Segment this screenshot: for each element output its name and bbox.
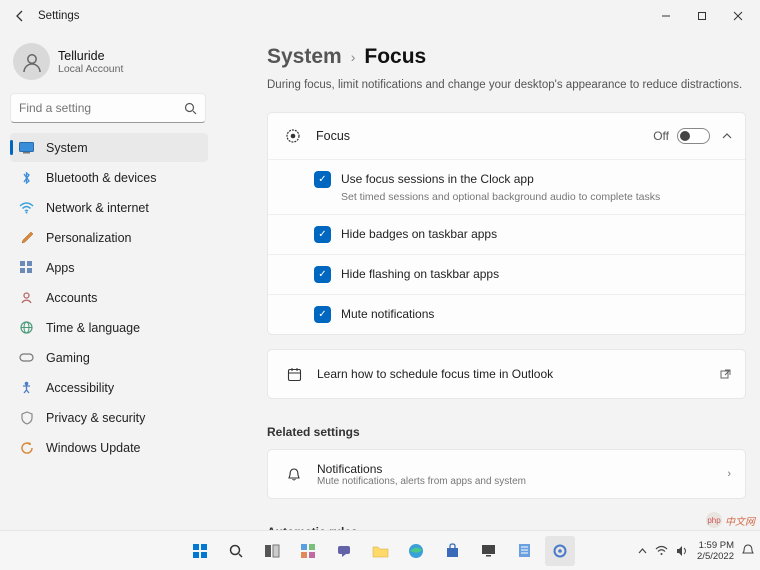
- accessibility-icon: [19, 380, 34, 395]
- checkbox-checked-icon[interactable]: ✓: [314, 226, 331, 243]
- taskbar-taskview[interactable]: [257, 536, 287, 566]
- sidebar-item-apps[interactable]: Apps: [10, 253, 208, 282]
- focus-option-badges[interactable]: ✓ Hide badges on taskbar apps: [268, 214, 745, 254]
- taskbar-explorer[interactable]: [365, 536, 395, 566]
- outlook-link[interactable]: Learn how to schedule focus time in Outl…: [267, 349, 746, 399]
- sidebar-item-network[interactable]: Network & internet: [10, 193, 208, 222]
- sidebar-item-privacy[interactable]: Privacy & security: [10, 403, 208, 432]
- search-input[interactable]: [10, 93, 206, 123]
- sidebar-item-bluetooth[interactable]: Bluetooth & devices: [10, 163, 208, 192]
- user-name: Telluride: [58, 49, 123, 63]
- minimize-button[interactable]: [648, 2, 684, 30]
- breadcrumb-parent[interactable]: System: [267, 45, 342, 69]
- taskbar-widgets[interactable]: [293, 536, 323, 566]
- breadcrumb-current: Focus: [364, 45, 426, 69]
- user-account-type: Local Account: [58, 63, 123, 75]
- brush-icon: [19, 230, 34, 245]
- focus-option-mute[interactable]: ✓ Mute notifications: [268, 294, 745, 334]
- user-profile[interactable]: Telluride Local Account: [10, 32, 208, 93]
- sidebar-item-accessibility[interactable]: Accessibility: [10, 373, 208, 402]
- update-icon: [19, 440, 34, 455]
- taskbar-chat[interactable]: [329, 536, 359, 566]
- focus-option-clock[interactable]: ✓ Use focus sessions in the Clock app Se…: [268, 159, 745, 214]
- tray-volume-icon[interactable]: [676, 545, 689, 557]
- notifications-link[interactable]: Notifications Mute notifications, alerts…: [267, 449, 746, 499]
- calendar-icon: [282, 367, 306, 382]
- focus-icon: [281, 128, 305, 144]
- taskbar-clock[interactable]: 1:59 PM 2/5/2022: [697, 540, 734, 562]
- globe-icon: [19, 320, 34, 335]
- checkbox-checked-icon[interactable]: ✓: [314, 306, 331, 323]
- search-field[interactable]: [19, 101, 184, 115]
- sidebar-item-system[interactable]: System: [10, 133, 208, 162]
- bluetooth-icon: [19, 170, 34, 185]
- search-icon: [184, 102, 197, 115]
- taskbar: 1:59 PM 2/5/2022: [0, 530, 760, 570]
- sidebar-item-update[interactable]: Windows Update: [10, 433, 208, 462]
- bell-icon: [282, 467, 306, 482]
- checkbox-checked-icon[interactable]: ✓: [314, 171, 331, 188]
- window-title: Settings: [38, 10, 80, 22]
- checkbox-checked-icon[interactable]: ✓: [314, 266, 331, 283]
- sidebar-item-gaming[interactable]: Gaming: [10, 343, 208, 372]
- taskbar-settings[interactable]: [545, 536, 575, 566]
- close-button[interactable]: [720, 2, 756, 30]
- maximize-button[interactable]: [684, 2, 720, 30]
- sidebar-item-accounts[interactable]: Accounts: [10, 283, 208, 312]
- focus-card: Focus Off ✓ Use focus sessions in the Cl…: [267, 112, 746, 335]
- tray-chevron-icon[interactable]: [638, 548, 647, 554]
- page-description: During focus, limit notifications and ch…: [267, 79, 746, 91]
- chevron-right-icon: ›: [351, 49, 356, 65]
- related-settings-heading: Related settings: [267, 425, 746, 439]
- taskbar-app[interactable]: [509, 536, 539, 566]
- chevron-up-icon[interactable]: [722, 133, 732, 139]
- taskbar-search[interactable]: [221, 536, 251, 566]
- focus-title: Focus: [316, 129, 653, 143]
- toggle-state-label: Off: [653, 129, 669, 143]
- back-button[interactable]: [4, 9, 36, 23]
- focus-option-flashing[interactable]: ✓ Hide flashing on taskbar apps: [268, 254, 745, 294]
- sidebar-item-time[interactable]: Time & language: [10, 313, 208, 342]
- taskbar-app[interactable]: [473, 536, 503, 566]
- avatar-icon: [13, 43, 50, 80]
- taskbar-start[interactable]: [185, 536, 215, 566]
- sidebar-item-personalization[interactable]: Personalization: [10, 223, 208, 252]
- tray-network-icon[interactable]: [655, 545, 668, 556]
- tray-notifications-icon[interactable]: [742, 544, 754, 557]
- focus-toggle[interactable]: [677, 128, 710, 144]
- focus-card-header[interactable]: Focus Off: [268, 113, 745, 159]
- shield-icon: [19, 410, 34, 425]
- chevron-right-icon: ›: [727, 468, 731, 480]
- wifi-icon: [19, 200, 34, 215]
- apps-icon: [19, 260, 34, 275]
- taskbar-edge[interactable]: [401, 536, 431, 566]
- watermark: php中文网: [706, 512, 755, 528]
- taskbar-store[interactable]: [437, 536, 467, 566]
- system-icon: [19, 140, 34, 155]
- external-link-icon: [719, 368, 731, 380]
- breadcrumb: System › Focus: [267, 45, 746, 69]
- controller-icon: [19, 350, 34, 365]
- person-icon: [19, 290, 34, 305]
